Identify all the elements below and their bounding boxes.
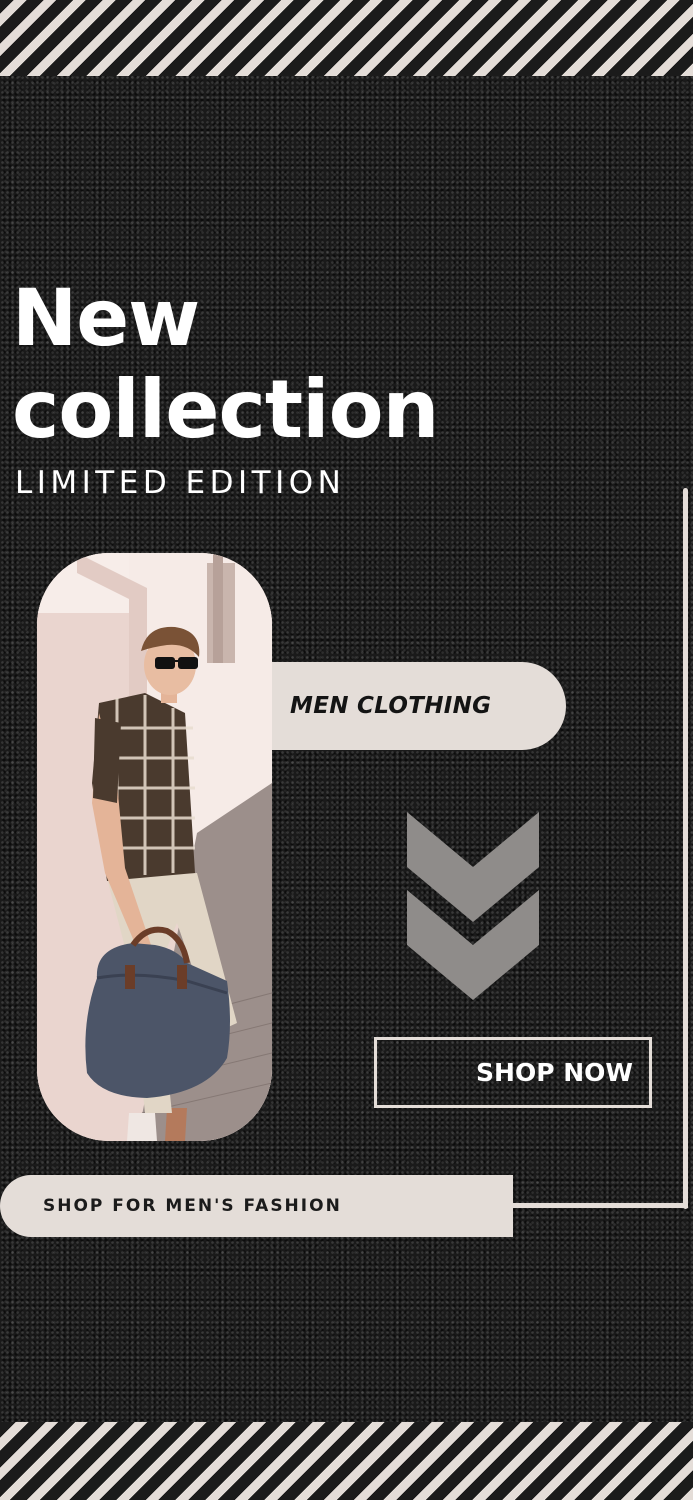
headline-line-2: collection: [12, 363, 439, 456]
bottom-stripe-band: [0, 1422, 693, 1500]
headline-line-1: New: [12, 274, 200, 364]
double-chevron-down-icon: [407, 812, 539, 1000]
frame-line-vertical: [683, 488, 688, 1209]
model-photo: [37, 553, 272, 1141]
shop-mens-fashion-bar[interactable]: SHOP FOR MEN'S FASHION: [0, 1175, 513, 1237]
men-clothing-label: MEN CLOTHING: [262, 662, 566, 750]
model-photo-illustration: [37, 553, 272, 1141]
shop-now-button[interactable]: SHOP NOW: [374, 1037, 652, 1108]
frame-line-horizontal: [505, 1203, 688, 1208]
limited-edition-subheading: LIMITED EDITION: [15, 465, 346, 501]
top-stripe-band: [0, 0, 693, 76]
poster: New collection LIMITED EDITION MEN CLOTH…: [0, 0, 693, 1500]
shop-mens-fashion-text: SHOP FOR MEN'S FASHION: [43, 1196, 342, 1216]
men-clothing-text: MEN CLOTHING: [290, 693, 492, 719]
